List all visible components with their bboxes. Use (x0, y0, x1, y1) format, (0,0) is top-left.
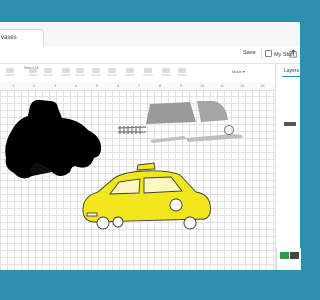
canvas-artwork: ✎ (5, 99, 243, 230)
window-piece-rear[interactable] (197, 101, 228, 122)
color-swatch-green[interactable] (280, 252, 289, 259)
grille-piece[interactable] (117, 126, 147, 134)
share-icon[interactable] (289, 49, 298, 58)
window-piece-front[interactable] (146, 102, 196, 124)
layers-tab-indicator (282, 76, 300, 77)
taxi-yellow[interactable] (82, 162, 211, 230)
trim-piece-long[interactable] (186, 134, 243, 142)
layers-title: Layers (284, 68, 300, 74)
color-sync-panel (276, 248, 301, 270)
color-swatch-dark[interactable] (290, 252, 299, 259)
wheel-piece[interactable] (224, 125, 234, 135)
layer-thumbnail-icon[interactable] (284, 122, 296, 126)
app-window: vases Save My Stuff Select All Move ▾ 1 … (0, 22, 300, 270)
layers-panel: Layers (275, 64, 300, 270)
trim-piece[interactable] (150, 136, 187, 143)
